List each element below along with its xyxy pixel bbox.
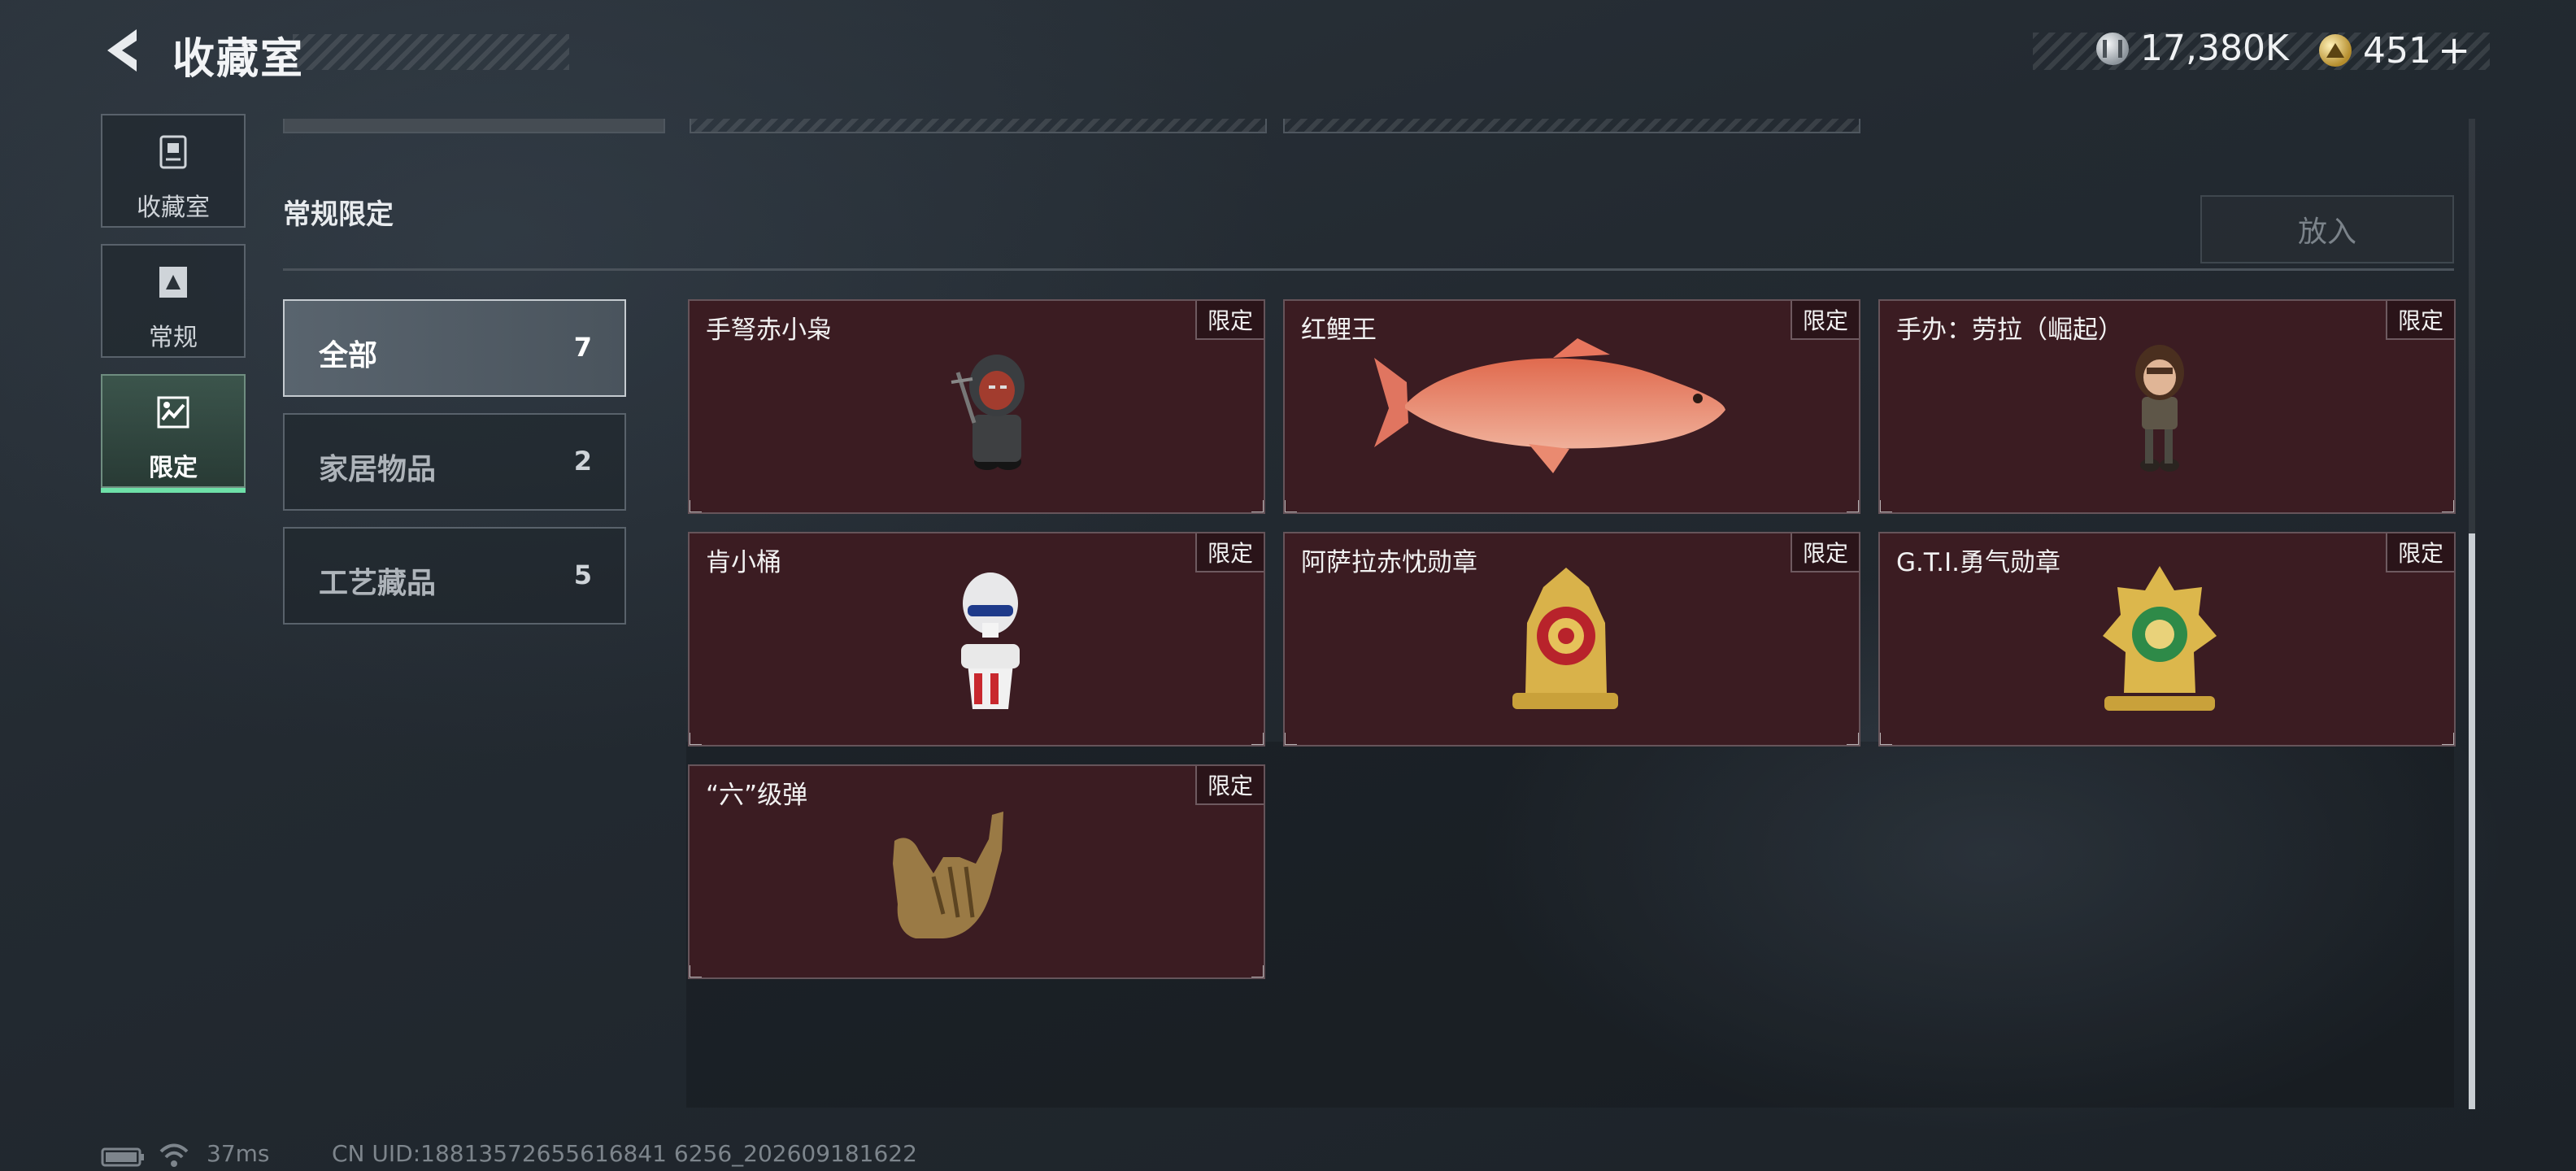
collection-card[interactable]: “六”级弹 限定 — [688, 764, 1265, 979]
category-label: 全部 — [319, 339, 378, 372]
collection-card[interactable]: 红鲤王 限定 — [1283, 299, 1860, 514]
collection-card[interactable]: 手弩赤小枭 限定 — [688, 299, 1265, 514]
nav-item-collection-room[interactable]: 收藏室 — [101, 114, 246, 228]
limited-tag: 限定 — [2386, 533, 2454, 572]
uid-text: CN UID:18813572655616841 6256_2026091816… — [332, 1140, 917, 1167]
title-decoration — [293, 34, 569, 70]
scroll-strip — [283, 119, 665, 133]
limited-tag: 限定 — [2386, 301, 2454, 340]
document-icon — [159, 267, 187, 298]
item-name: 阿萨拉赤忱勋章 — [1301, 548, 1477, 577]
battery-icon — [101, 1147, 144, 1167]
silver-amount: 17,380K — [2140, 28, 2289, 69]
put-in-button[interactable]: 放入 — [2200, 195, 2454, 263]
limited-tag: 限定 — [1791, 533, 1859, 572]
nav-label: 常规 — [149, 324, 198, 352]
item-name: G.T.I.勇气勋章 — [1896, 548, 2060, 577]
limited-icon — [157, 396, 189, 429]
limited-tag: 限定 — [1195, 301, 1264, 340]
collection-card[interactable]: G.T.I.勇气勋章 限定 — [1878, 532, 2456, 747]
item-name: “六”级弹 — [706, 781, 808, 810]
item-name: 手弩赤小枭 — [706, 316, 832, 345]
item-name: 红鲤王 — [1301, 316, 1377, 345]
limited-tag: 限定 — [1791, 301, 1859, 340]
nav-label: 限定 — [149, 454, 198, 482]
category-count: 5 — [573, 559, 592, 590]
page-title: 收藏室 — [172, 35, 305, 84]
divider — [283, 268, 2454, 271]
category-label: 工艺藏品 — [319, 567, 437, 600]
category-count: 7 — [573, 332, 592, 363]
silver-currency: 17,380K — [2096, 28, 2289, 69]
back-arrow-icon[interactable] — [98, 24, 150, 76]
category-all[interactable]: 全部 7 — [283, 299, 626, 397]
section-title: 常规限定 — [283, 198, 394, 231]
limited-tag: 限定 — [1195, 533, 1264, 572]
scrollbar-thumb[interactable] — [2469, 533, 2475, 1109]
gold-coin-icon — [2319, 34, 2352, 67]
category-crafts[interactable]: 工艺藏品 5 — [283, 527, 626, 625]
nav-label: 收藏室 — [137, 194, 210, 222]
gold-currency: 451 + — [2319, 28, 2470, 73]
add-currency-button[interactable]: + — [2438, 28, 2470, 73]
gold-amount: 451 — [2363, 29, 2431, 72]
scroll-strip — [690, 119, 1267, 133]
wifi-icon — [159, 1143, 189, 1167]
category-label: 家居物品 — [319, 453, 437, 486]
nav-item-limited[interactable]: 限定 — [101, 374, 246, 493]
ping-text: 37ms — [207, 1140, 270, 1167]
silver-coin-icon — [2096, 32, 2129, 65]
item-name: 手办：劳拉（崛起） — [1896, 316, 2123, 345]
item-name: 肯小桶 — [706, 548, 781, 577]
collection-card[interactable]: 阿萨拉赤忱勋章 限定 — [1283, 532, 1860, 747]
collection-card[interactable]: 肯小桶 限定 — [688, 532, 1265, 747]
collection-card[interactable]: 手办：劳拉（崛起） 限定 — [1878, 299, 2456, 514]
limited-tag: 限定 — [1195, 766, 1264, 805]
trash-bin-icon — [159, 135, 187, 169]
category-home-items[interactable]: 家居物品 2 — [283, 413, 626, 511]
nav-item-regular[interactable]: 常规 — [101, 244, 246, 358]
category-count: 2 — [573, 446, 592, 477]
scroll-strip — [1283, 119, 1860, 133]
